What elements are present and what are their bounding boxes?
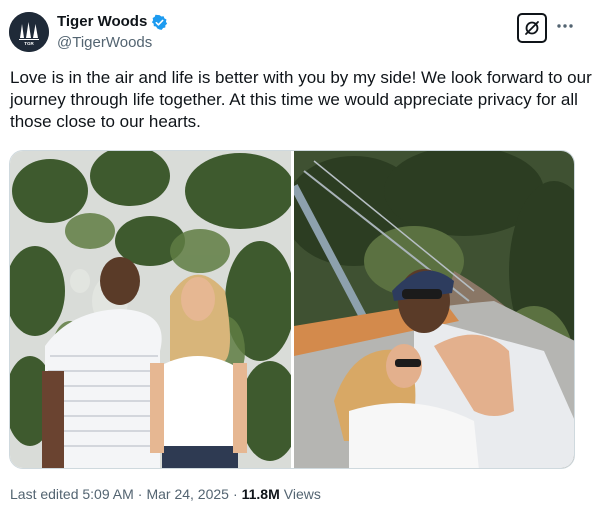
author-handle[interactable]: @TigerWoods	[57, 34, 152, 52]
svg-text:TGR: TGR	[24, 41, 34, 46]
avatar[interactable]: TGR	[9, 12, 49, 52]
tgr-logo-icon: TGR	[9, 12, 49, 52]
post-date[interactable]: Mar 24, 2025	[146, 486, 229, 502]
photo-image	[294, 151, 574, 468]
verified-badge-icon	[152, 14, 168, 30]
meta-separator: ·	[232, 486, 238, 502]
photo-image	[10, 151, 291, 468]
more-horizontal-icon	[557, 24, 573, 28]
media-grid	[9, 150, 575, 469]
edited-timestamp[interactable]: Last edited 5:09 AM	[10, 486, 134, 502]
grok-icon	[525, 21, 539, 35]
display-name[interactable]: Tiger Woods	[57, 13, 147, 31]
photo-couple-hammock[interactable]	[294, 151, 574, 468]
views-label: Views	[283, 486, 321, 502]
tweet-card: TGR Tiger Woods @TigerWoods Love is in t…	[0, 0, 604, 515]
meta-separator: ·	[137, 486, 143, 502]
photo-couple-standing[interactable]	[10, 151, 291, 468]
tweet-meta: Last edited 5:09 AM · Mar 24, 2025 · 11.…	[10, 486, 321, 502]
grok-button[interactable]	[517, 13, 547, 43]
more-options-button[interactable]	[554, 15, 576, 37]
author-name-row: Tiger Woods	[57, 13, 168, 31]
tweet-text: Love is in the air and life is better wi…	[10, 68, 597, 131]
views-count: 11.8M	[241, 486, 280, 502]
